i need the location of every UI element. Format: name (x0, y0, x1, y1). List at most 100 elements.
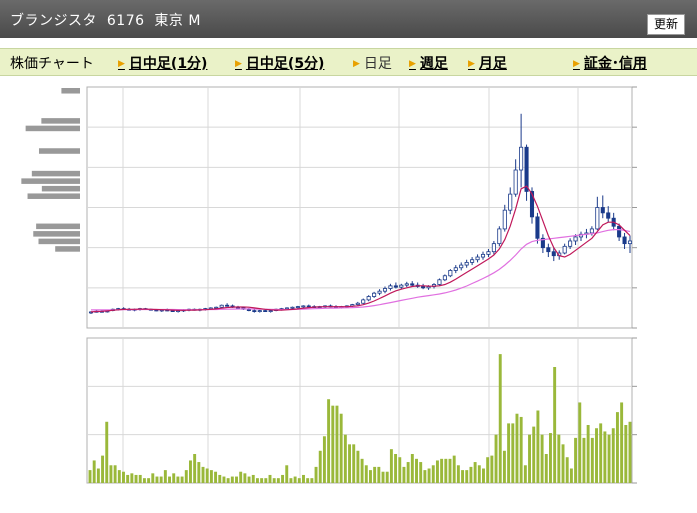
volume-bar (147, 478, 151, 483)
volume-bar (297, 478, 301, 483)
candle-body (568, 240, 573, 247)
volume-bar (452, 455, 456, 483)
volume-bar (201, 466, 205, 483)
candle-body (377, 290, 382, 294)
candle-body (421, 286, 426, 289)
volume-bar (197, 462, 201, 483)
volume-bar (440, 458, 444, 483)
candle-body (508, 193, 513, 211)
volume-bar (435, 460, 439, 483)
volume-bar (243, 473, 247, 483)
candle-body (573, 236, 578, 242)
volume-bar (230, 476, 234, 483)
candle-body (480, 253, 486, 258)
volume-bar (528, 434, 531, 483)
volume-bar (477, 465, 481, 483)
volume-bar (168, 476, 171, 483)
volume-bar (172, 473, 176, 483)
volume-bar (385, 471, 389, 483)
volume-bar (159, 476, 163, 483)
candle-body (502, 209, 507, 230)
volume-bar (569, 468, 573, 483)
volume-bar (615, 412, 619, 483)
volume-bar (369, 470, 372, 483)
volume-bar (607, 434, 611, 483)
volume-bar (511, 423, 515, 483)
volume-bar (348, 444, 351, 483)
volume-bar (423, 470, 427, 483)
volume-bar (184, 470, 188, 483)
candle-body (252, 310, 257, 312)
volume-bar (553, 367, 557, 483)
volume-bar (595, 428, 598, 483)
volume-bar (276, 478, 280, 483)
volume-bar (599, 423, 603, 483)
stock-chart (21, 86, 637, 484)
volume-bar (620, 402, 624, 483)
candle-body (382, 288, 388, 292)
candle-body (361, 299, 366, 304)
candle-body (470, 259, 475, 263)
volume-bar (603, 431, 607, 483)
volume-bar (176, 476, 180, 483)
volume-bar (88, 470, 92, 483)
volume-bar (96, 468, 100, 483)
volume-bar (507, 423, 511, 483)
volume-profile-bar (36, 223, 80, 230)
volume-bar (189, 460, 192, 483)
candle-body (627, 240, 633, 245)
volume-bar (193, 454, 197, 483)
volume-bar (281, 474, 285, 483)
volume-bar (611, 428, 615, 483)
candle-body (366, 296, 371, 301)
volume-bar (239, 471, 243, 483)
volume-bar (352, 444, 356, 483)
volume-bar (343, 434, 347, 483)
volume-bar (415, 458, 418, 483)
volume-bar (247, 476, 251, 483)
candle-body (301, 305, 306, 308)
volume-bar (306, 478, 310, 483)
volume-bar (302, 474, 305, 483)
volume-bar (226, 478, 230, 483)
candle-body (393, 285, 398, 288)
volume-bar (519, 416, 523, 483)
volume-bar (293, 476, 297, 483)
volume-bar (406, 462, 410, 483)
volume-bar (155, 476, 159, 483)
volume-bar (465, 470, 469, 483)
volume-bar (427, 468, 431, 483)
volume-bar (117, 470, 121, 483)
volume-bar (578, 402, 582, 483)
volume-bar (381, 471, 385, 483)
volume-profile-bar (27, 193, 81, 199)
candle-body (355, 302, 360, 305)
volume-bar (540, 434, 544, 483)
candle-body (524, 146, 529, 192)
candle-body (257, 310, 262, 312)
volume-bar (285, 465, 289, 483)
volume-bar (549, 433, 552, 483)
volume-bar (431, 465, 435, 483)
candle-body (410, 283, 415, 286)
volume-bar (289, 478, 293, 483)
candle-body (486, 251, 491, 255)
candle-body (214, 306, 219, 309)
candle-body (448, 270, 453, 277)
volume-bar (624, 425, 628, 483)
candle-body (170, 310, 175, 312)
volume-bar (410, 454, 414, 483)
volume-bar (373, 466, 377, 483)
volume-bar (565, 457, 569, 483)
volume-bar (360, 458, 364, 483)
volume-bar (356, 450, 360, 483)
candle-body (491, 243, 496, 253)
volume-bar (557, 434, 561, 483)
candle-body (475, 256, 480, 261)
volume-bar (523, 465, 527, 483)
volume-bar (205, 468, 209, 483)
volume-bar (574, 437, 578, 483)
volume-bar (419, 462, 423, 483)
volume-bar (402, 466, 406, 483)
volume-bar (214, 471, 218, 483)
